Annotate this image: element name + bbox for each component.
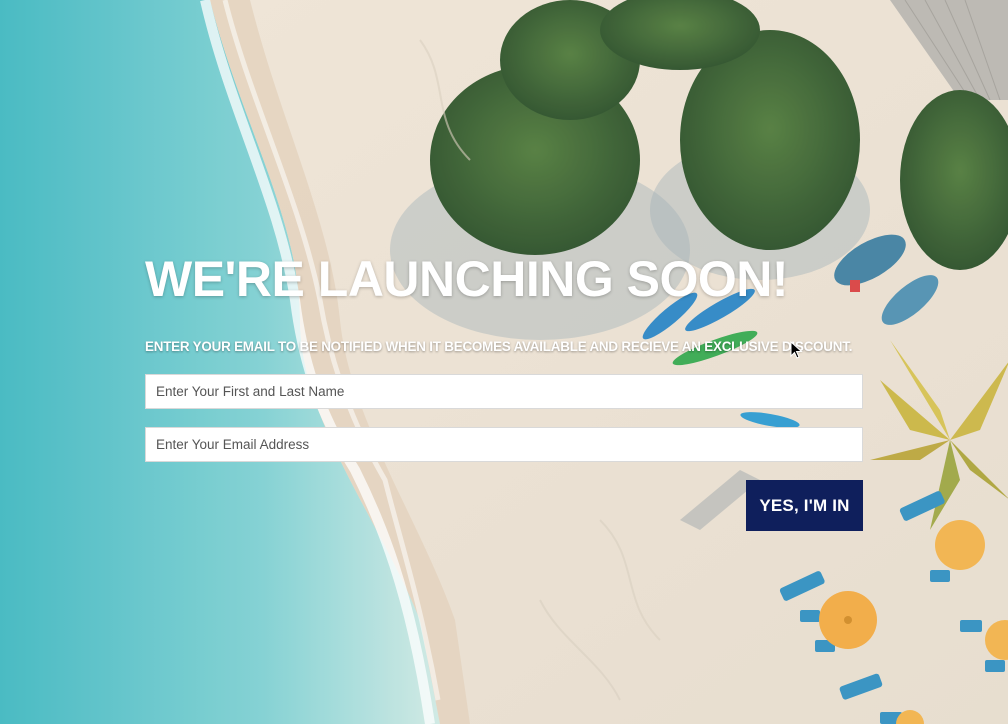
page-title: WE'RE LAUNCHING SOON! <box>145 251 789 307</box>
signup-panel: WE'RE LAUNCHING SOON! ENTER YOUR EMAIL T… <box>145 252 863 532</box>
name-field[interactable] <box>145 374 863 409</box>
mouse-cursor-icon <box>790 341 803 359</box>
page-subtitle: ENTER YOUR EMAIL TO BE NOTIFIED WHEN IT … <box>145 339 853 354</box>
submit-row: YES, I'M IN <box>145 480 863 532</box>
submit-button[interactable]: YES, I'M IN <box>746 480 863 531</box>
email-field[interactable] <box>145 427 863 462</box>
